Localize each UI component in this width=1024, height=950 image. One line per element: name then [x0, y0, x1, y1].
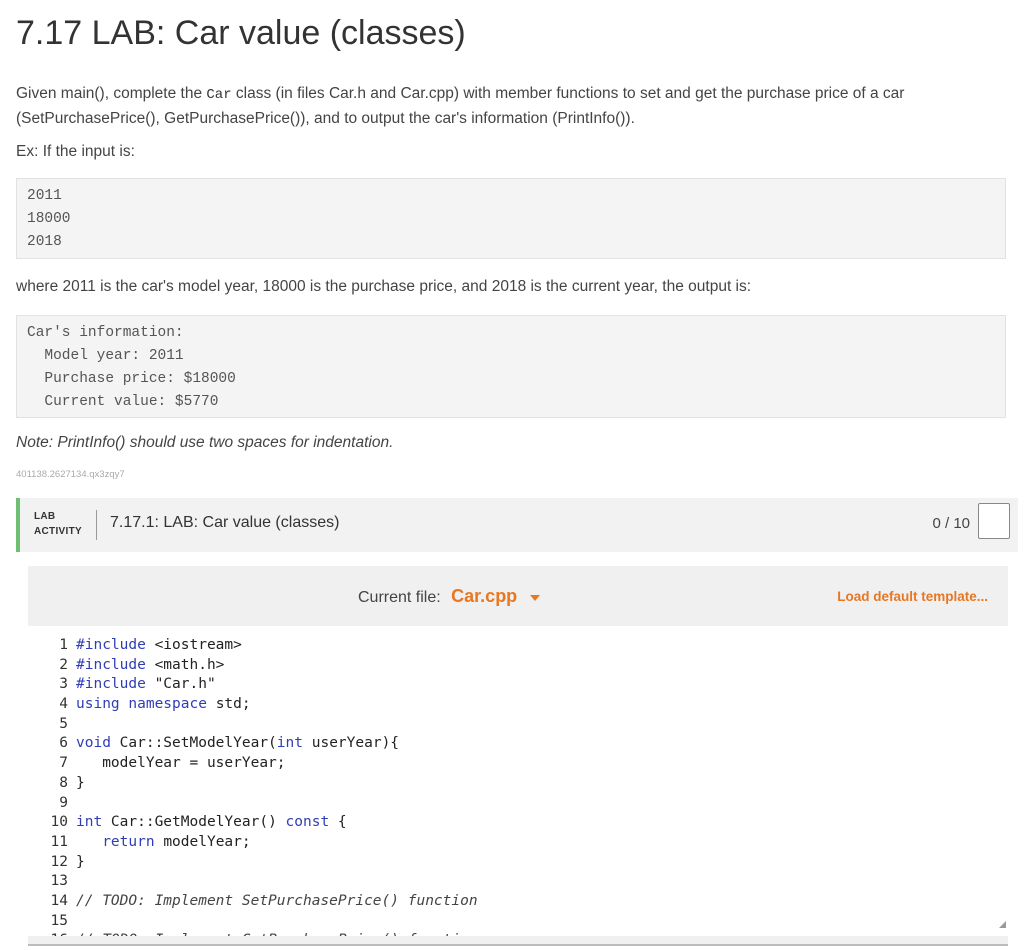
output-line: Car's information: [27, 325, 184, 341]
line-number: 6 [59, 735, 68, 752]
code-editor-panel: Current file: Car.cpp Load default templ… [28, 566, 1008, 946]
code-line[interactable]: 11 return modelYear; [28, 833, 1008, 853]
lab-activity-bar: LAB ACTIVITY 7.17.1: LAB: Car value (cla… [16, 498, 1018, 552]
line-number: 14 [50, 892, 68, 909]
code-text: // TODO: Implement GetPurchasePrice() fu… [76, 931, 478, 936]
code-text: #include "Car.h" [76, 676, 216, 693]
code-line[interactable]: 1 #include <iostream> [28, 636, 1008, 656]
output-line: Purchase price: $18000 [27, 371, 236, 387]
chevron-down-icon[interactable] [529, 594, 540, 601]
current-file-selector[interactable]: Current file: Car.cpp [358, 586, 540, 607]
note-text: Note: PrintInfo() should use two spaces … [16, 434, 394, 451]
activity-id: 401138.2627134.qx3zqy7 [16, 469, 125, 480]
code-line[interactable]: 13 [28, 872, 1008, 892]
lab-label-line2: ACTIVITY [34, 526, 82, 537]
resize-handle-icon[interactable] [999, 921, 1006, 928]
intro-class-name: Car [206, 87, 232, 103]
input-example-block: 2011 18000 2018 [16, 178, 1006, 259]
code-text: #include <iostream> [76, 637, 242, 653]
completion-checkbox-icon [978, 503, 1010, 539]
code-text: return modelYear; [102, 833, 251, 850]
line-number: 8 [59, 774, 68, 791]
code-line[interactable]: 5 [28, 715, 1008, 735]
where-paragraph: where 2011 is the car's model year, 1800… [16, 278, 752, 295]
line-number: 5 [59, 715, 68, 732]
code-line[interactable]: 12} [28, 853, 1008, 873]
code-text: void Car::SetModelYear(int userYear){ [76, 735, 400, 752]
code-line[interactable]: 16 // TODO: Implement GetPurchasePrice() … [28, 931, 1008, 936]
output-line: Model year: 2011 [27, 348, 184, 364]
code-line[interactable]: 2 #include <math.h> [28, 656, 1008, 676]
lab-score: 0 / 10 [932, 515, 970, 532]
code-line[interactable]: 15 [28, 912, 1008, 932]
output-example-block: Car's information: Model year: 2011 Purc… [16, 315, 1006, 418]
line-number: 16 [28, 931, 68, 936]
code-text: } [76, 774, 85, 791]
lab-label-line1: LAB [34, 511, 56, 522]
line-number: 13 [50, 873, 68, 890]
line-number: 2 [59, 656, 68, 673]
lab-activity-label: LAB ACTIVITY [34, 509, 82, 539]
line-number: 9 [59, 794, 68, 811]
code-line[interactable]: 6 void Car::SetModelYear(int userYear){ [28, 734, 1008, 754]
example-label: Ex: If the input is: [16, 143, 135, 160]
code-line[interactable]: 10 int Car::GetModelYear() const { [28, 813, 1008, 833]
line-number: 1 [59, 637, 68, 653]
code-editor[interactable]: 1 #include <iostream> 2 #include <math.h> 3 #… [28, 626, 1008, 936]
page-title: 7.17 LAB: Car value (classes) [16, 14, 466, 52]
code-line[interactable]: 9 [28, 794, 1008, 814]
line-number: 12 [50, 853, 68, 870]
input-line: 2018 [27, 234, 62, 250]
code-text: #include <math.h> [76, 656, 225, 673]
code-text: modelYear = userYear; [76, 755, 286, 772]
line-number: 7 [59, 755, 68, 772]
input-line: 2011 [27, 188, 62, 204]
line-number: 11 [50, 833, 68, 850]
line-number: 10 [50, 814, 68, 831]
code-text: int Car::GetModelYear() const { [76, 814, 347, 831]
line-number: 4 [59, 696, 68, 713]
output-line: Current value: $5770 [27, 394, 219, 410]
code-text: } [76, 853, 85, 870]
line-number: 15 [50, 912, 68, 929]
lab-activity-title: 7.17.1: LAB: Car value (classes) [110, 514, 340, 531]
code-line[interactable]: 3 #include "Car.h" [28, 675, 1008, 695]
file-bar: Current file: Car.cpp Load default templ… [28, 566, 1008, 626]
editor-bottom-border [28, 944, 1008, 946]
code-text: // TODO: Implement SetPurchasePrice() fu… [76, 892, 478, 909]
code-line[interactable]: 7 modelYear = userYear; [28, 754, 1008, 774]
current-file-name[interactable]: Car.cpp [451, 586, 517, 606]
code-line[interactable]: 14 // TODO: Implement SetPurchasePrice() … [28, 892, 1008, 912]
intro-text-start: Given main(), complete the [16, 85, 207, 102]
intro-paragraph: Given main(), complete the Car class (in… [16, 82, 1006, 130]
code-text: using namespace std; [76, 696, 251, 713]
code-lines: 1 #include <iostream> 2 #include <math.h> 3 #… [28, 636, 1008, 936]
code-line[interactable]: 4 using namespace std; [28, 695, 1008, 715]
lab-divider [96, 510, 97, 540]
input-line: 18000 [27, 211, 71, 227]
line-number: 3 [59, 676, 68, 693]
load-default-template-link[interactable]: Load default template... [837, 589, 988, 604]
current-file-label: Current file: [358, 589, 441, 606]
code-line[interactable]: 8} [28, 774, 1008, 794]
